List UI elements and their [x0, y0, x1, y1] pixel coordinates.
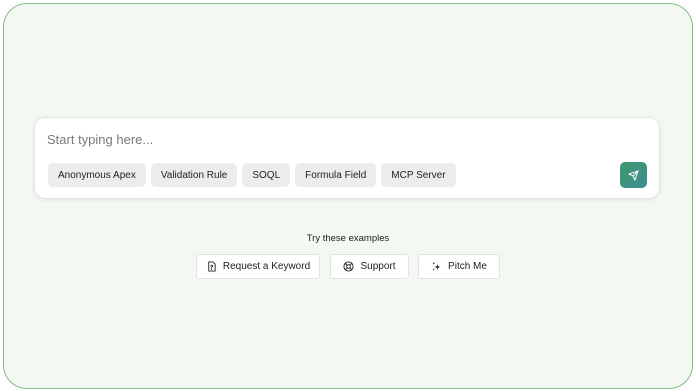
- examples-heading: Try these examples: [306, 233, 390, 244]
- example-label: Request a Keyword: [222, 261, 311, 272]
- chip-anonymous-apex[interactable]: Anonymous Apex: [48, 163, 146, 187]
- send-icon: [628, 169, 639, 181]
- document-question-icon: [206, 261, 217, 272]
- example-label: Pitch Me: [448, 261, 487, 272]
- send-button[interactable]: [620, 162, 647, 188]
- chip-validation-rule[interactable]: Validation Rule: [150, 163, 238, 187]
- prompt-card: Anonymous Apex Validation Rule SOQL Form…: [35, 118, 659, 198]
- example-pitch-me-button[interactable]: Pitch Me: [418, 254, 500, 279]
- chip-soql[interactable]: SOQL: [242, 163, 291, 187]
- chip-formula-field[interactable]: Formula Field: [295, 163, 377, 187]
- example-support-button[interactable]: Support: [330, 254, 409, 279]
- chip-mcp-server[interactable]: MCP Server: [381, 163, 456, 187]
- sparkle-icon: [431, 261, 442, 272]
- suggestion-chips: Anonymous Apex Validation Rule SOQL Form…: [48, 163, 456, 187]
- example-label: Support: [360, 261, 396, 272]
- lifebuoy-icon: [343, 261, 355, 272]
- prompt-input[interactable]: [47, 128, 607, 150]
- example-request-keyword-button[interactable]: Request a Keyword: [196, 254, 320, 279]
